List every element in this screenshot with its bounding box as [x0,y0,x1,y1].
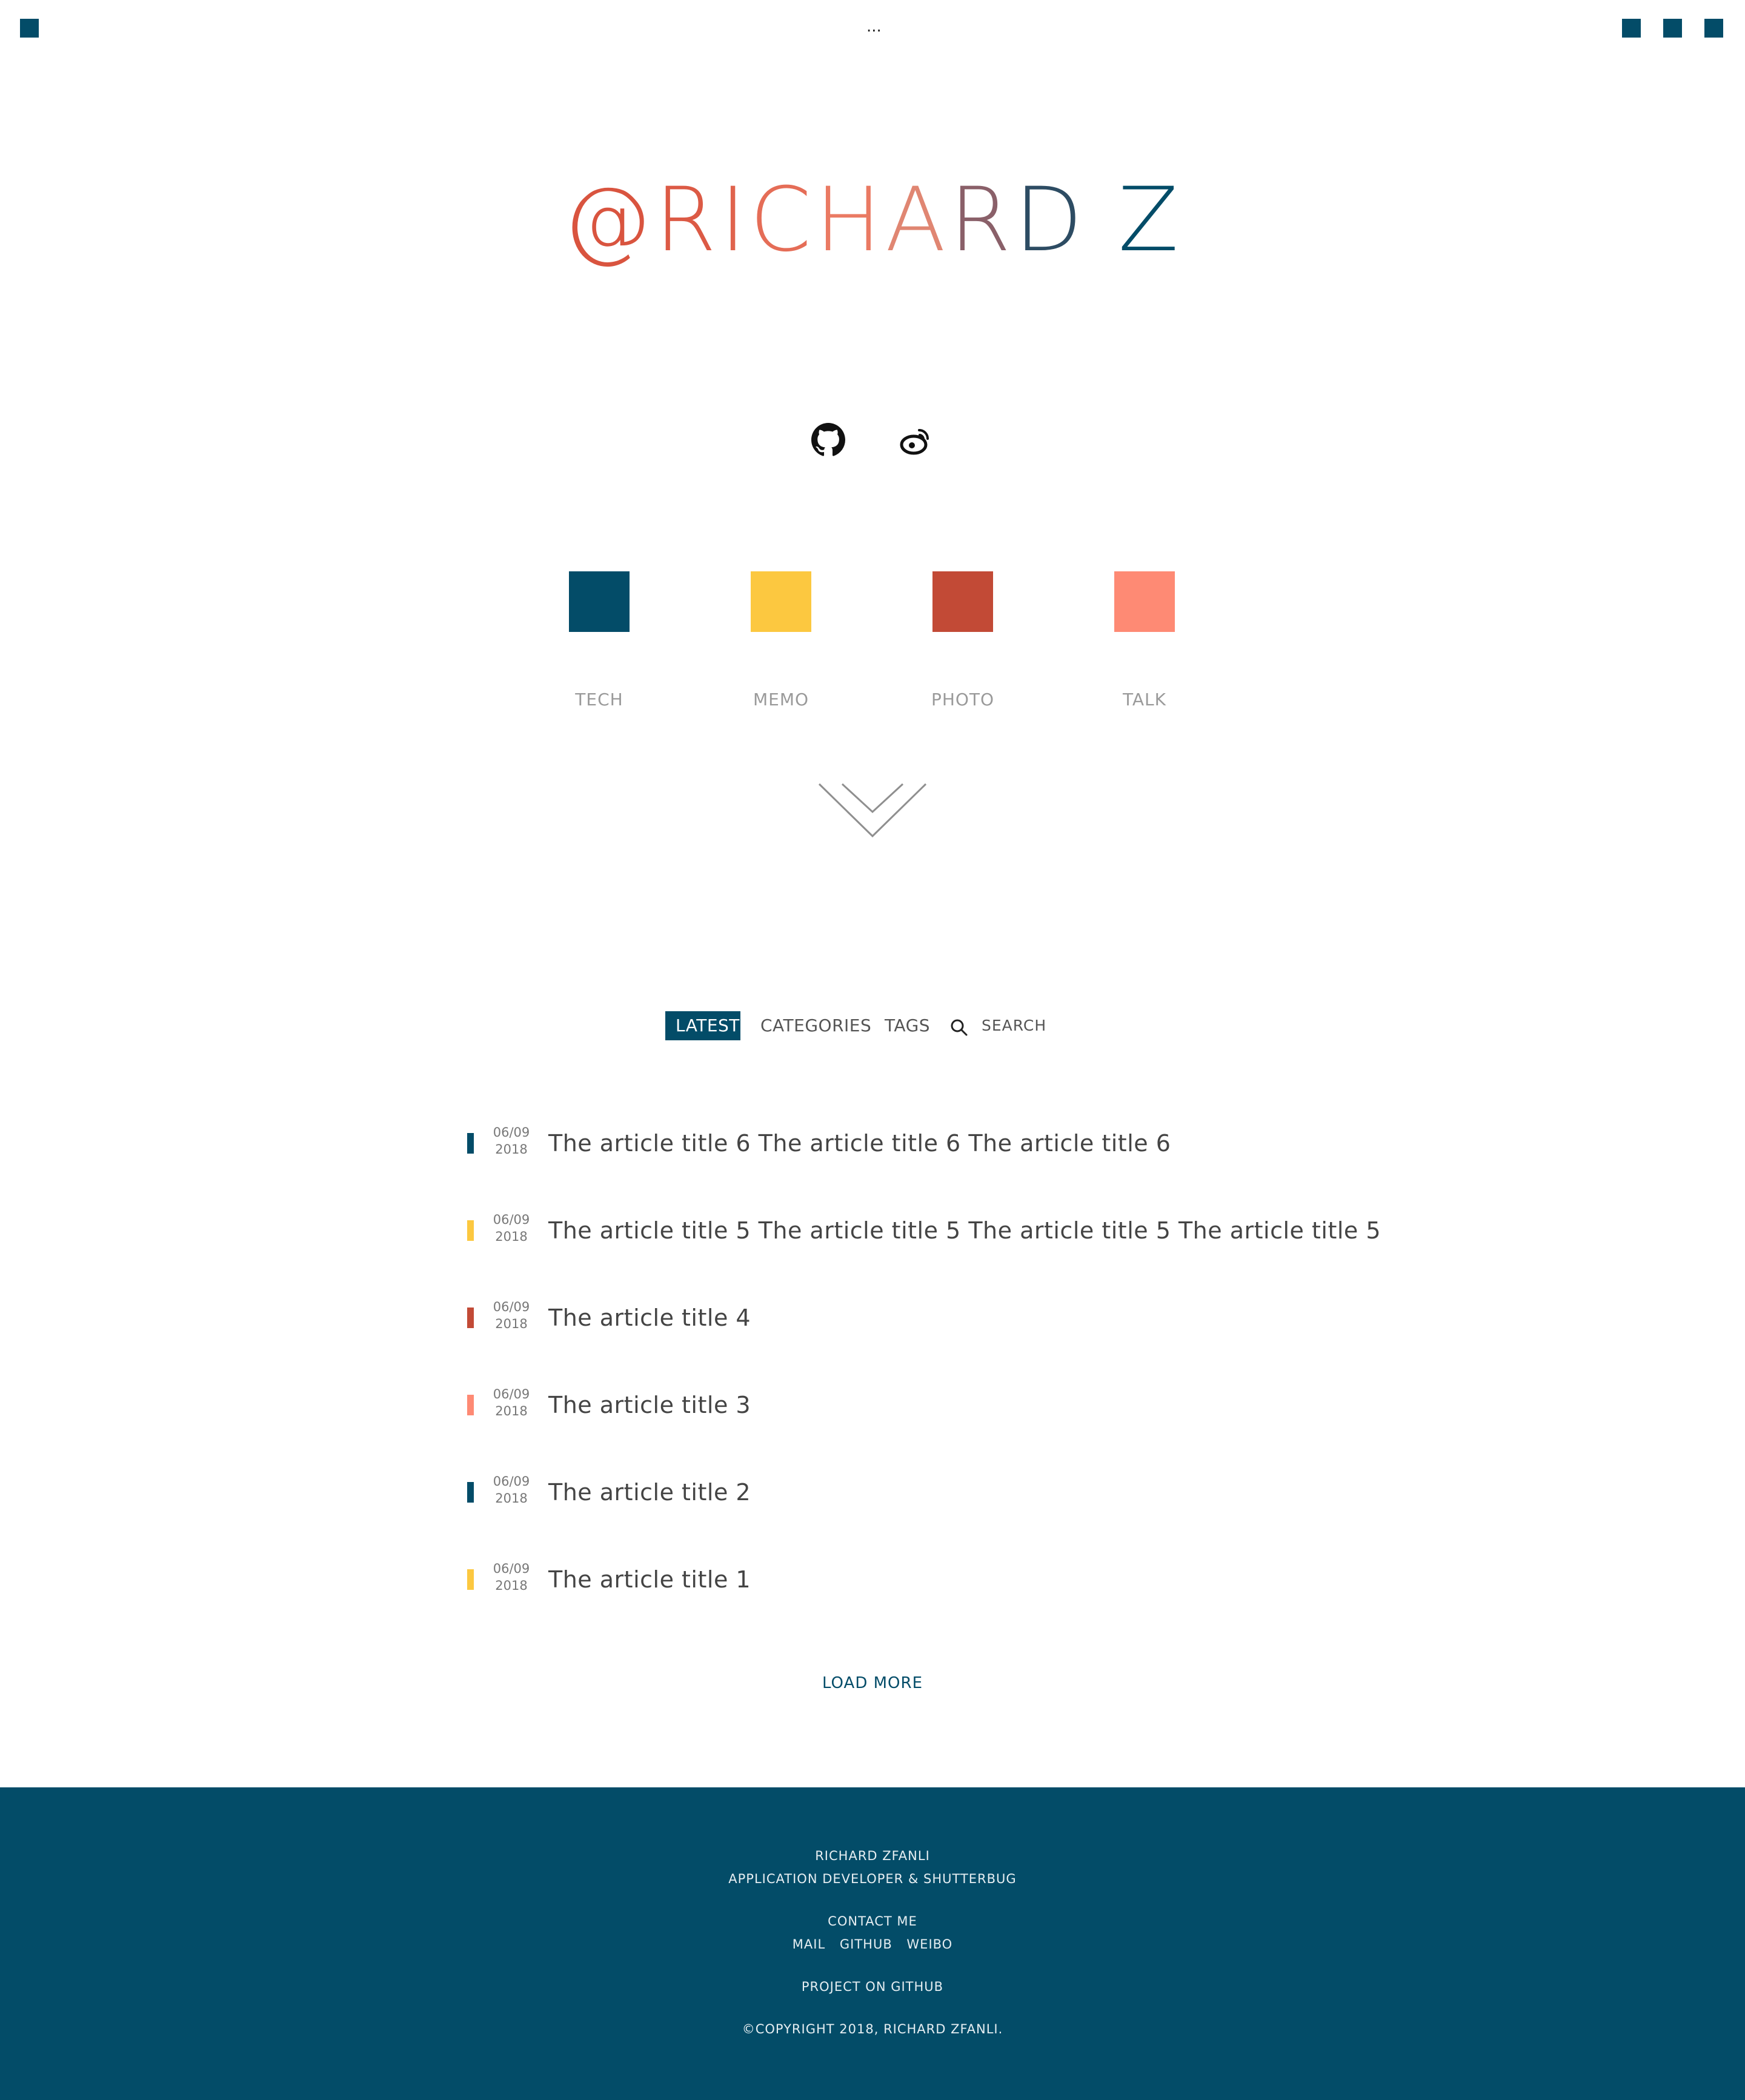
article-year: 2018 [495,1317,528,1331]
article-category-marker [467,1395,474,1415]
article-category-marker [467,1133,474,1154]
article-date: 06/09 [493,1561,530,1576]
category-label-tech[interactable]: TECH [539,689,660,709]
footer-copyright: ©COPYRIGHT 2018, RICHARD ZFANLI. [742,2022,1003,2036]
top-right-square-button-1[interactable] [1622,19,1641,38]
article-title-link[interactable]: The article title 3 [548,1388,751,1422]
search-input[interactable]: SEARCH [982,1011,1046,1040]
tab-tags[interactable]: TAGS [874,1011,940,1040]
article-year: 2018 [495,1578,528,1593]
category-block-photo[interactable] [932,571,993,632]
top-right-square-button-3[interactable] [1704,19,1723,38]
menu-square-button[interactable] [20,19,39,38]
post-tabs: LATEST CATEGORIES TAGS SEARCH [0,1011,1745,1042]
article-date: 06/09 [493,1125,530,1140]
article-title-link[interactable]: The article title 5 The article title 5 … [548,1214,1381,1248]
footer-link-github[interactable]: GITHUB [840,1937,892,1952]
article-year: 2018 [495,1404,528,1418]
article-row[interactable]: 06/09 2018 The article title 6 The article… [0,1121,1745,1170]
weibo-link[interactable] [899,423,933,457]
article-title-link[interactable]: The article title 1 [548,1563,751,1597]
load-more-button[interactable]: LOAD MORE [782,1671,963,1695]
scroll-down-chevron-icon[interactable] [818,780,927,841]
article-title-link[interactable]: The article title 6 The article title 6 … [548,1126,1171,1160]
article-category-marker [467,1482,474,1503]
article-title-link[interactable]: The article title 4 [548,1301,751,1335]
github-link[interactable] [811,423,845,457]
logo-letter: I [720,168,750,271]
footer-link-mail[interactable]: MAIL [793,1937,825,1952]
site-logo[interactable]: @RICHARD Z [0,168,1745,271]
tab-latest[interactable]: LATEST [665,1011,740,1040]
category-block-memo[interactable] [751,571,811,632]
category-label-photo[interactable]: PHOTO [902,689,1023,709]
article-date: 06/09 [493,1212,530,1227]
article-category-marker [467,1308,474,1328]
logo-letter: H [815,168,886,271]
article-category-marker [467,1220,474,1241]
article-category-marker [467,1569,474,1590]
logo-letter: @ [562,168,655,271]
logo-letter: A [885,168,949,271]
category-label-memo[interactable]: MEMO [720,689,842,709]
article-row[interactable]: 06/09 2018 The article title 1 [0,1558,1745,1606]
logo-letter: D [1014,168,1086,271]
article-year: 2018 [495,1142,528,1157]
site-footer: RICHARD ZFANLI APPLICATION DEVELOPER & S… [0,1787,1745,2100]
article-row[interactable]: 06/09 2018 The article title 3 [0,1383,1745,1432]
search-icon[interactable] [950,1018,968,1037]
logo-letter: R [949,168,1015,271]
article-year: 2018 [495,1491,528,1506]
article-row[interactable]: 06/09 2018 The article title 4 [0,1296,1745,1344]
tab-categories[interactable]: CATEGORIES [750,1011,882,1040]
category-block-talk[interactable] [1114,571,1175,632]
article-year: 2018 [495,1229,528,1244]
article-row[interactable]: 06/09 2018 The article title 5 The article… [0,1209,1745,1257]
footer-contact-heading: CONTACT ME [828,1914,917,1929]
footer-link-weibo[interactable]: WEIBO [906,1937,952,1952]
article-title-link[interactable]: The article title 2 [548,1475,751,1509]
logo-letter [1086,168,1118,271]
category-label-talk[interactable]: TALK [1084,689,1205,709]
logo-letter: R [654,168,720,271]
logo-letter: Z [1118,168,1183,271]
footer-name: RICHARD ZFANLI [815,1849,930,1863]
github-icon [811,423,845,456]
article-date: 06/09 [493,1300,530,1314]
footer-links: MAIL GITHUB WEIBO [0,1935,1745,1953]
category-block-tech[interactable] [569,571,630,632]
footer-role: APPLICATION DEVELOPER & SHUTTERBUG [728,1872,1017,1886]
article-date: 06/09 [493,1474,530,1489]
article-date: 06/09 [493,1387,530,1401]
article-row[interactable]: 06/09 2018 The article title 2 [0,1470,1745,1519]
ellipsis-indicator: ... [866,18,882,36]
footer-project-link[interactable]: PROJECT ON GITHUB [0,1978,1745,1996]
weibo-icon [900,429,929,455]
top-right-square-button-2[interactable] [1663,19,1682,38]
logo-letter: C [750,168,816,271]
